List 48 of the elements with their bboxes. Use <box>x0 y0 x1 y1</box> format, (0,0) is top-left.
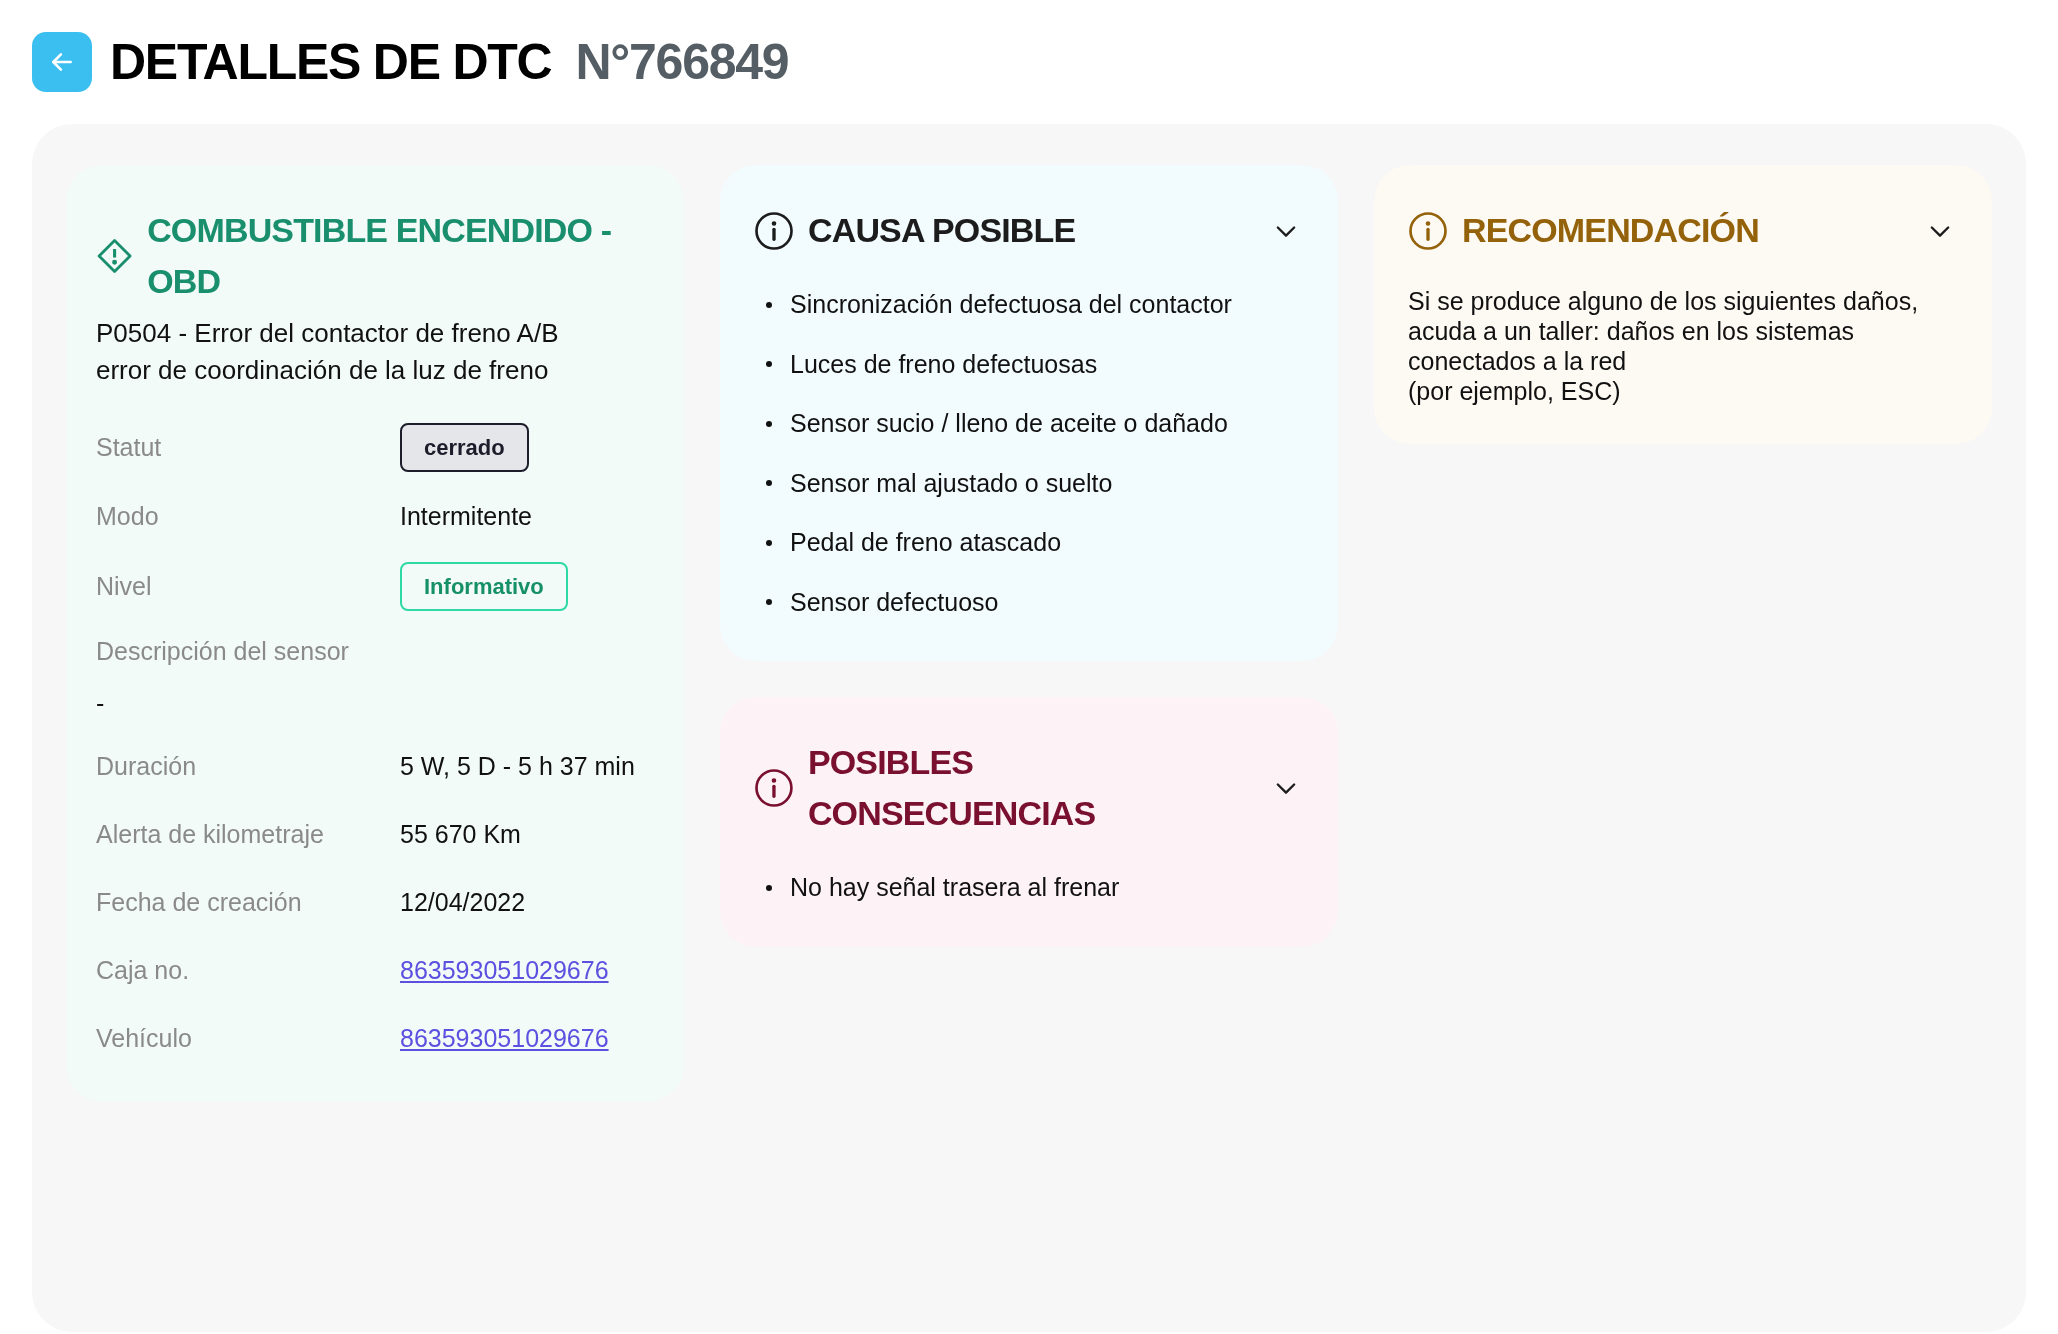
bullet-icon <box>766 599 772 606</box>
recommendation-text: conectados a la red <box>1408 346 1628 376</box>
list-item: Sincronización defectuosa del contactor <box>790 289 1232 320</box>
bullet-icon <box>766 361 772 368</box>
field-label: Statut <box>96 431 163 463</box>
list-item: Pedal de freno atascado <box>790 527 1062 558</box>
card-title: RECOMENDACIÓN <box>1462 210 1759 251</box>
status-badge: cerrado <box>400 423 529 472</box>
dtc-description: P0504 - Error del contactor de freno A/B <box>96 317 560 350</box>
link[interactable]: 863593051029676 <box>400 1020 609 1058</box>
bullet-icon <box>766 420 772 427</box>
info-icon <box>1408 210 1448 251</box>
field-label: Vehículo <box>96 1023 193 1055</box>
bullet-icon <box>766 480 772 487</box>
card-title: COMBUSTIBLE ENCENDIDO - OBD <box>147 210 613 302</box>
list-item: No hay señal trasera al frenar <box>790 872 1120 903</box>
field-label: Descripción del sensor <box>96 636 350 667</box>
list-item: Sensor sucio / lleno de aceite o dañado <box>790 408 1228 439</box>
field-label: Fecha de creación <box>96 887 303 919</box>
field-value: Intermitente <box>400 501 532 533</box>
card-title: POSIBLES CONSECUENCIAS <box>807 742 1097 834</box>
list-item: Sensor defectuoso <box>790 586 999 618</box>
info-icon <box>754 210 794 251</box>
level-tag: Informativo <box>400 562 568 611</box>
recommendation-text: acuda a un taller: daños en los sistemas <box>1408 316 1856 346</box>
page-title: DETALLES DE DTC <box>110 32 552 92</box>
warning-diamond-icon <box>96 236 134 276</box>
field-label: Caja no. <box>96 955 191 987</box>
field-value: 55 670 Km <box>400 819 521 851</box>
field-label: Duración <box>96 751 198 783</box>
field-label: Modo <box>96 501 160 533</box>
field-label: Alerta de kilometraje <box>96 819 325 851</box>
field-value: 5 W, 5 D - 5 h 37 min <box>400 751 635 783</box>
bullet-icon <box>766 884 772 891</box>
field-label: Nivel <box>96 570 153 602</box>
dtc-description: error de coordinación de la luz de freno <box>96 354 550 387</box>
link[interactable]: 863593051029676 <box>400 952 609 990</box>
card-title: CAUSA POSIBLE <box>808 210 1076 251</box>
list-item: Sensor mal ajustado o suelto <box>790 467 1113 499</box>
recommendation-text: Si se produce alguno de los siguientes daños, <box>1408 286 1920 316</box>
info-icon <box>754 768 794 808</box>
field-value: - <box>96 687 106 719</box>
recommendation-text: (por ejemplo, ESC) <box>1408 376 1622 406</box>
bullet-icon <box>766 539 772 546</box>
bullet-icon <box>766 301 772 308</box>
field-value: 12/04/2022 <box>400 887 526 919</box>
list-item: Luces de freno defectuosas <box>790 348 1098 380</box>
dtc-number: N°766849 <box>575 32 789 92</box>
